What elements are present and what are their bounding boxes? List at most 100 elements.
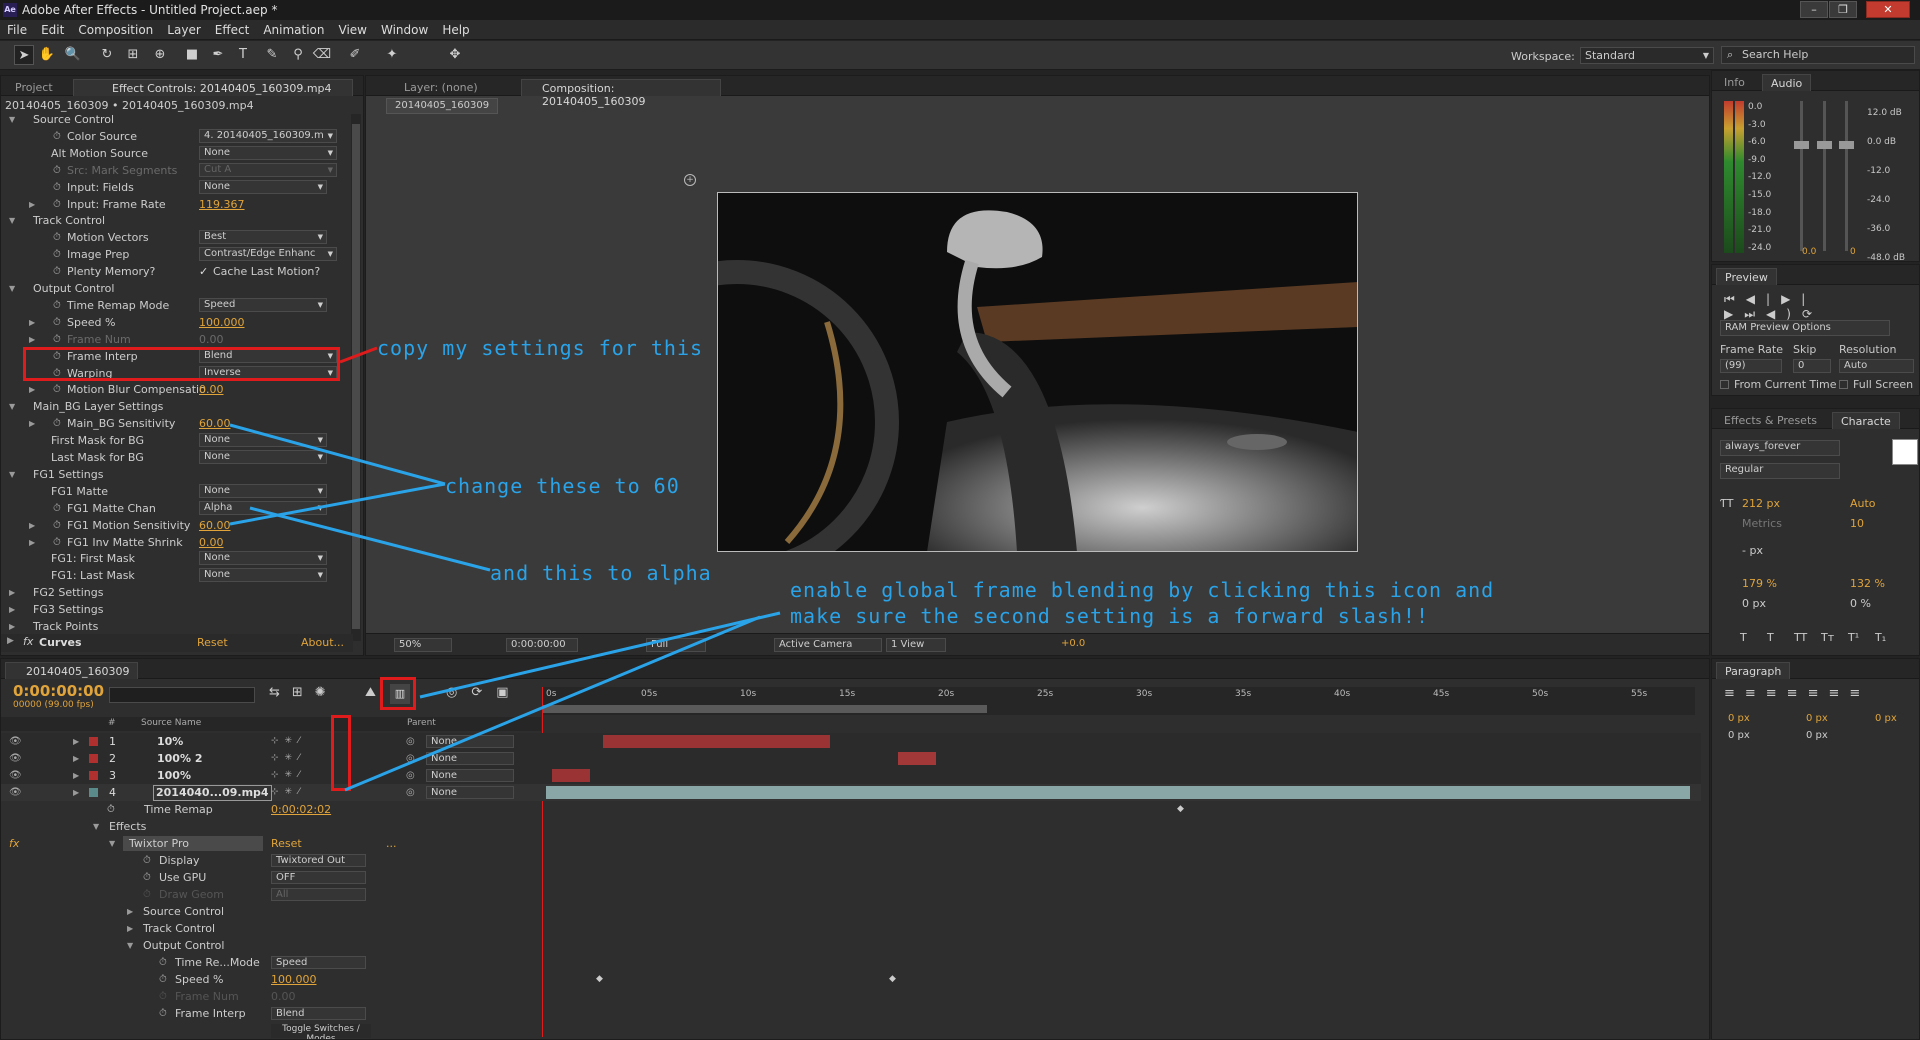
property-value[interactable]: 0.00 xyxy=(199,534,224,551)
disclosure-triangle-icon[interactable]: ▼ xyxy=(9,212,15,229)
menu-layer[interactable]: Layer xyxy=(160,20,207,37)
space-before-value[interactable]: 0 px xyxy=(1728,730,1750,741)
stopwatch-icon[interactable]: ⏱ xyxy=(53,196,61,213)
property-dropdown[interactable]: Contrast/Edge Enhanc ▼ xyxy=(199,247,337,262)
clone-tool-icon[interactable]: ⚲ xyxy=(288,45,308,65)
timeline-timecode[interactable]: 0:00:00:00 xyxy=(13,682,104,700)
font-select[interactable]: always_forever xyxy=(1720,440,1840,456)
layer-duration-bar[interactable] xyxy=(898,752,936,765)
menu-edit[interactable]: Edit xyxy=(34,20,71,37)
pan-behind-tool-icon[interactable]: ⊕ xyxy=(150,45,170,65)
audio-slider-2[interactable] xyxy=(1817,101,1832,251)
from-current-checkbox[interactable] xyxy=(1720,380,1729,389)
property-dropdown[interactable]: Speed ▼ xyxy=(199,297,327,312)
camera-tool-icon[interactable]: ⊞ xyxy=(123,45,143,65)
stopwatch-icon[interactable]: ⏱ xyxy=(53,229,61,246)
tab-composition[interactable]: Composition: 20140405_160309 xyxy=(521,79,721,108)
keyframe-diamond[interactable]: ◆ xyxy=(889,971,896,988)
tab-character[interactable]: Characte xyxy=(1832,412,1900,429)
stopwatch-icon[interactable]: ⏱ xyxy=(53,517,61,534)
tab-timeline-comp[interactable]: 20140405_160309 xyxy=(5,662,139,679)
graph-editor-icons[interactable]: ◎⟳▣ xyxy=(446,685,523,700)
menu-effect[interactable]: Effect xyxy=(208,20,257,37)
stopwatch-icon[interactable]: ⏱ xyxy=(53,297,61,314)
timeline-search-input[interactable] xyxy=(109,687,255,703)
disclosure-triangle-icon[interactable]: ▶ xyxy=(73,750,79,767)
stopwatch-icon[interactable]: ⏱ xyxy=(143,886,151,903)
property-value[interactable]: 100.000 xyxy=(271,971,317,988)
pickwhip-icon[interactable]: ◎ xyxy=(406,733,415,750)
property-value[interactable]: 100.000 xyxy=(199,314,245,331)
text-style-button[interactable]: T xyxy=(1740,631,1767,644)
stroke-width-value[interactable]: - px xyxy=(1742,544,1763,557)
curves-about-link[interactable]: About... xyxy=(301,636,344,649)
property-dropdown[interactable]: None ▼ xyxy=(199,483,327,498)
selection-tool-icon[interactable]: ➤ xyxy=(14,45,34,65)
property-value[interactable]: 0.00 xyxy=(199,381,224,398)
stopwatch-icon[interactable]: ⏱ xyxy=(53,263,61,280)
font-style-select[interactable]: Regular xyxy=(1720,463,1840,479)
property-value[interactable]: 60.00 xyxy=(199,415,231,432)
timeline-layer-row[interactable]: 👁 ▶ 3 100% ⊹✳⁄ ◎ None xyxy=(1,767,1701,784)
tsume-value[interactable]: 0 % xyxy=(1850,597,1871,610)
curves-reset-link[interactable]: Reset xyxy=(197,636,228,649)
tab-paragraph[interactable]: Paragraph xyxy=(1716,662,1791,679)
rectangle-tool-icon[interactable]: ■ xyxy=(182,45,202,65)
layer-label-color[interactable] xyxy=(89,788,98,797)
close-button[interactable]: ✕ xyxy=(1866,1,1910,18)
baseline-shift-value[interactable]: 0 px xyxy=(1742,597,1766,610)
property-dropdown[interactable]: None ▼ xyxy=(199,145,337,160)
visibility-eye-icon[interactable]: 👁 xyxy=(9,733,22,750)
disclosure-triangle-icon[interactable]: ▶ xyxy=(9,584,15,601)
layer-switches[interactable]: ⊹✳⁄ xyxy=(271,750,306,767)
camera-select[interactable]: Active Camera xyxy=(774,638,882,652)
stopwatch-icon[interactable]: ⏱ xyxy=(159,954,167,971)
parent-select[interactable]: None xyxy=(426,752,514,765)
stopwatch-icon[interactable]: ⏱ xyxy=(159,988,167,1005)
disclosure-triangle-icon[interactable]: ▼ xyxy=(9,280,15,297)
minimize-button[interactable]: – xyxy=(1800,1,1828,18)
disclosure-triangle-icon[interactable]: ▶ xyxy=(127,903,133,920)
disclosure-triangle-icon[interactable]: ▶ xyxy=(29,196,35,213)
horizontal-scale-value[interactable]: 132 % xyxy=(1850,577,1885,590)
visibility-eye-icon[interactable]: 👁 xyxy=(9,767,22,784)
type-tool-icon[interactable]: T xyxy=(233,45,253,65)
hand-tool-icon[interactable]: ✋ xyxy=(37,45,57,65)
property-dropdown[interactable]: Best ▼ xyxy=(199,230,327,245)
layer-switches[interactable]: ⊹✳⁄ xyxy=(271,784,306,801)
fx-icon[interactable]: fx xyxy=(9,835,19,852)
twixtor-label[interactable]: Twixtor Pro xyxy=(123,836,263,851)
disclosure-triangle-icon[interactable]: ▶ xyxy=(9,601,15,618)
maximize-button[interactable]: ❐ xyxy=(1829,1,1857,18)
workspace-select[interactable]: Standard ▼ xyxy=(1580,47,1714,64)
stopwatch-icon[interactable]: ⏱ xyxy=(53,381,61,398)
disclosure-triangle-icon[interactable]: ▼ xyxy=(9,466,15,483)
stopwatch-icon[interactable]: ⏱ xyxy=(159,971,167,988)
frame-rate-select[interactable]: (99) xyxy=(1720,359,1782,373)
fill-color-swatch[interactable] xyxy=(1892,439,1918,465)
pickwhip-icon[interactable]: ◎ xyxy=(406,750,415,767)
full-screen-checkbox[interactable] xyxy=(1839,380,1848,389)
parent-select[interactable]: None xyxy=(426,786,514,799)
audio-slider-3[interactable] xyxy=(1839,101,1854,251)
menu-animation[interactable]: Animation xyxy=(256,20,331,37)
pen-tool-icon[interactable]: ✒ xyxy=(208,45,228,65)
indent-right-value[interactable]: 0 px xyxy=(1806,713,1828,724)
space-after-value[interactable]: 0 px xyxy=(1806,730,1828,741)
views-select[interactable]: 1 View xyxy=(886,638,946,652)
tab-preview[interactable]: Preview xyxy=(1716,268,1777,285)
layer-switches[interactable]: ⊹✳⁄ xyxy=(271,733,306,750)
puppet-tool-icon[interactable]: ✦ xyxy=(382,45,402,65)
paragraph-align-buttons[interactable]: ≡≡≡≡≡≡≡ xyxy=(1724,686,1870,701)
layer-duration-bar[interactable] xyxy=(552,769,590,782)
ram-preview-options-select[interactable]: RAM Preview Options xyxy=(1720,320,1890,336)
pickwhip-icon[interactable]: ◎ xyxy=(406,767,415,784)
indent-first-value[interactable]: 0 px xyxy=(1875,713,1897,724)
stopwatch-icon[interactable]: ⏱ xyxy=(53,246,61,263)
scrollbar[interactable] xyxy=(351,114,361,641)
disclosure-triangle-icon[interactable]: ▶ xyxy=(29,381,35,398)
tab-layer[interactable]: Layer: (none) xyxy=(396,79,486,96)
time-ruler[interactable]: 0s 05s 10s 15s 20s 25s 30s 35s 40s 45s 50s 55s xyxy=(542,687,1695,715)
layer-label-color[interactable] xyxy=(89,754,98,763)
layer-label-color[interactable] xyxy=(89,771,98,780)
